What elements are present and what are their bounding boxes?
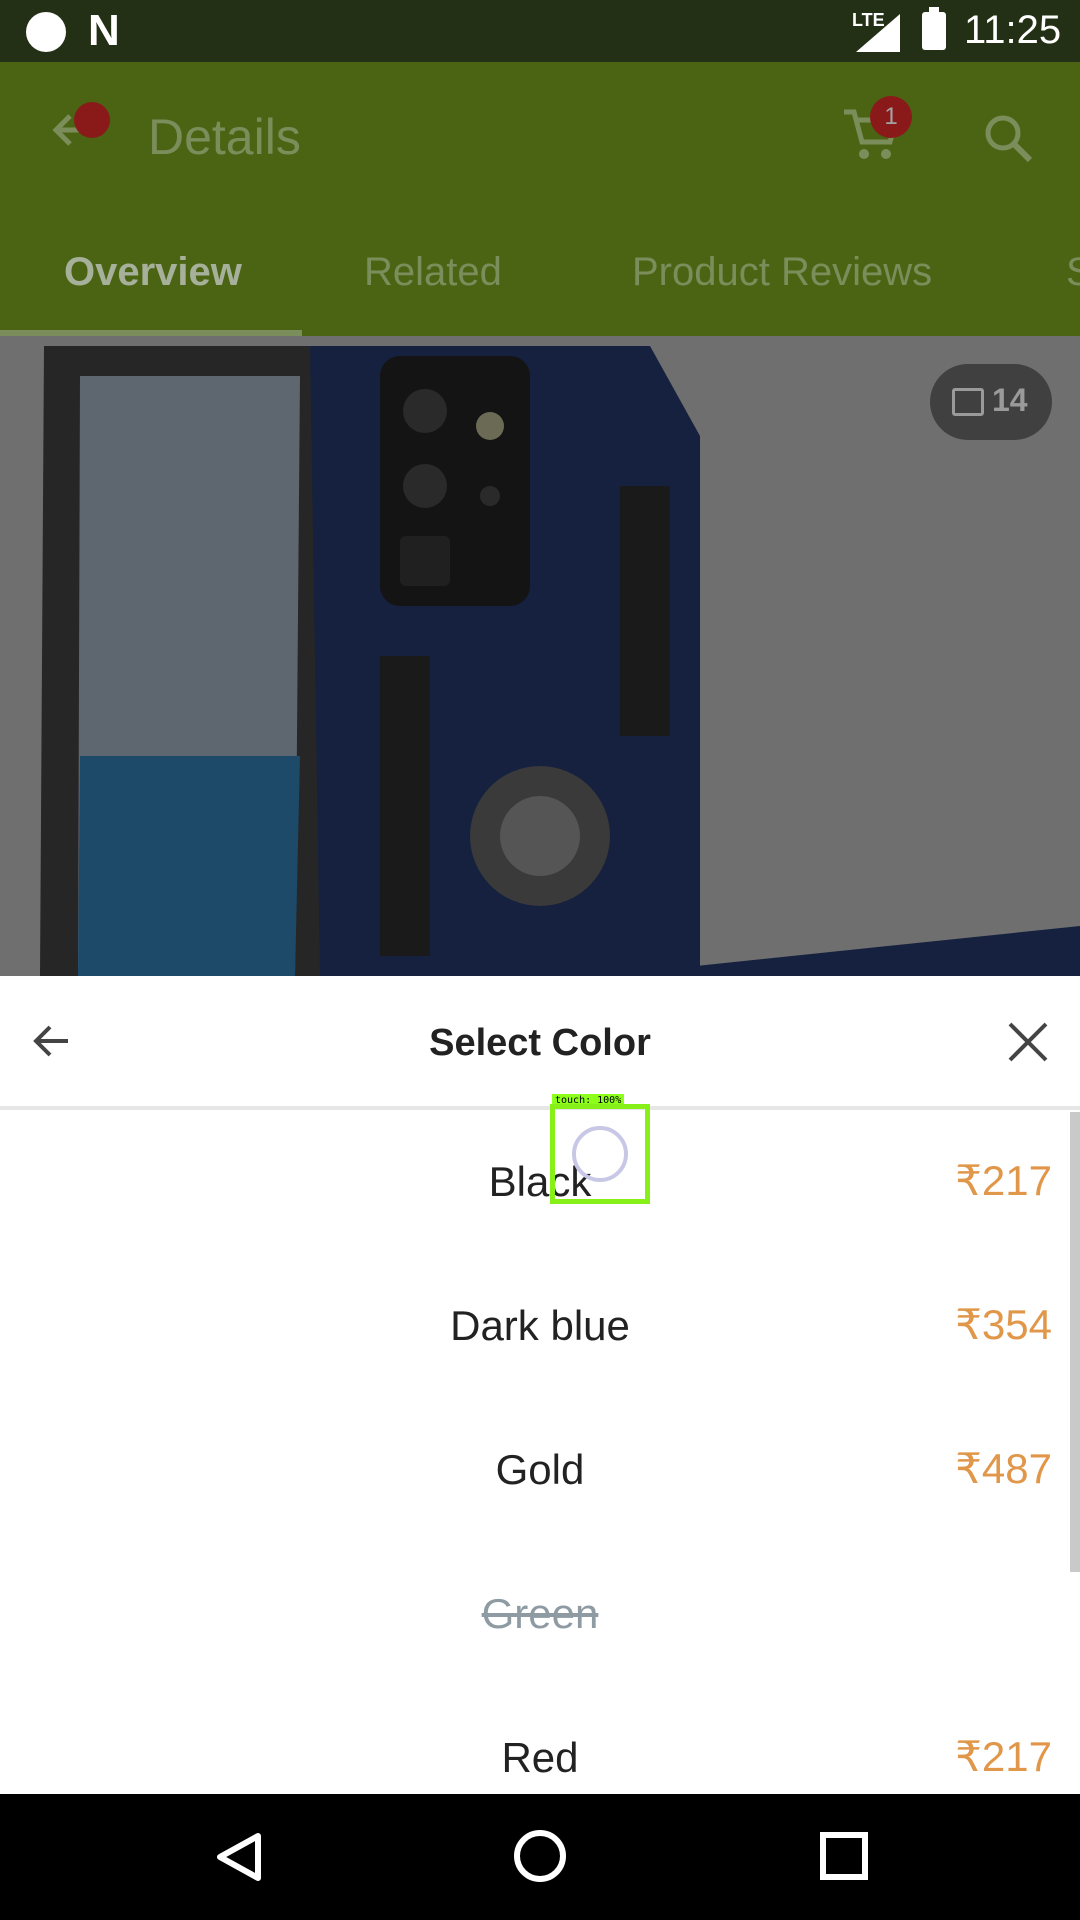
color-price: ₹217: [955, 1733, 1052, 1780]
color-name: Gold: [495, 1446, 585, 1493]
nav-home-icon[interactable]: [514, 1830, 566, 1882]
color-option-dark-blue[interactable]: Dark blue ₹354: [0, 1256, 1070, 1400]
n-logo-icon: N: [88, 6, 120, 55]
search-icon[interactable]: [982, 112, 1034, 164]
tab-related[interactable]: Related: [364, 250, 502, 295]
sheet-header: Select Color: [0, 976, 1080, 1106]
status-bar: N LTE 11:25: [0, 0, 1080, 62]
tab-bar: Overview Related Product Reviews S: [0, 250, 1080, 336]
cart-count-badge: 1: [870, 96, 912, 138]
color-name: Dark blue: [450, 1302, 630, 1349]
phone-case-image: [0, 336, 1080, 976]
tab-product-reviews[interactable]: Product Reviews: [632, 250, 932, 295]
nav-recent-apps-icon[interactable]: [820, 1832, 868, 1880]
sheet-title: Select Color: [429, 1022, 651, 1064]
color-price: ₹487: [955, 1445, 1052, 1492]
tab-overview[interactable]: Overview: [64, 250, 242, 295]
page-title: Details: [148, 109, 301, 165]
image-count: 14: [992, 382, 1028, 418]
color-option-green: Green: [0, 1544, 1070, 1688]
image-count-badge[interactable]: 14: [930, 364, 1052, 440]
navigation-bar: [0, 1794, 1080, 1920]
color-name: Green: [481, 1590, 599, 1637]
battery-icon: [922, 7, 946, 50]
color-option-gold[interactable]: Gold ₹487: [0, 1400, 1070, 1544]
tab-more[interactable]: S: [1066, 250, 1080, 295]
color-price: ₹354: [955, 1301, 1052, 1348]
clock: 11:25: [964, 8, 1062, 52]
touch-point-icon: [572, 1126, 628, 1182]
color-name: Black: [488, 1158, 592, 1205]
signal-icon: [856, 14, 900, 52]
scrollbar[interactable]: [1070, 1112, 1080, 1572]
divider: [0, 1106, 1080, 1110]
color-name: Red: [501, 1734, 579, 1781]
nav-back-icon[interactable]: [212, 1830, 266, 1884]
product-image[interactable]: [0, 336, 1080, 976]
notification-badge: [74, 102, 110, 138]
gallery-icon: [952, 388, 984, 416]
color-price: ₹217: [955, 1157, 1052, 1204]
close-icon[interactable]: [1006, 1020, 1050, 1064]
select-color-sheet: Select Color Black ₹217 Dark blue ₹354 G…: [0, 976, 1080, 1794]
color-option-black[interactable]: Black ₹217: [0, 1112, 1070, 1256]
notification-dot-icon: [26, 12, 66, 52]
